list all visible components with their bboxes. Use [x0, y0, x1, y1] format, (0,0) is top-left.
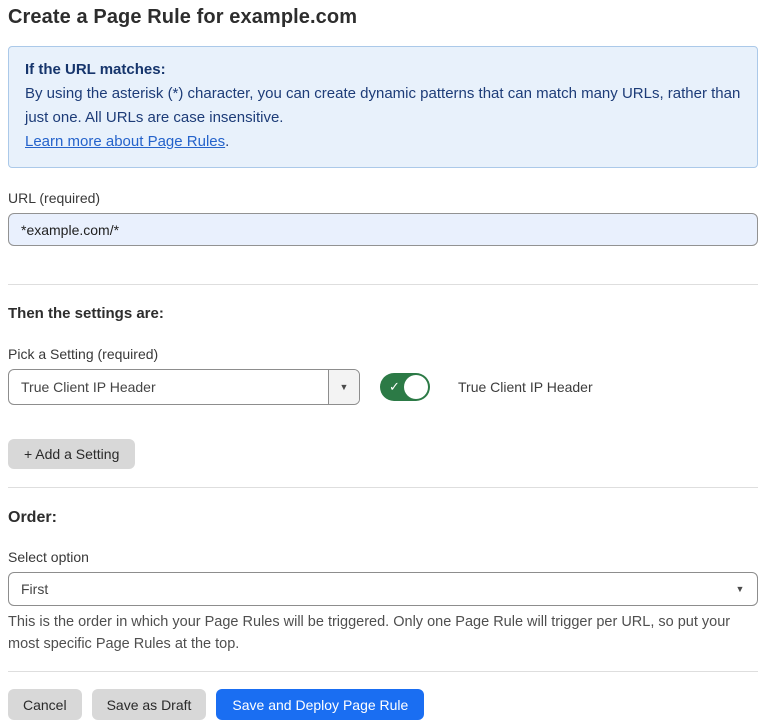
cancel-button[interactable]: Cancel [8, 689, 82, 720]
page-title: Create a Page Rule for example.com [8, 6, 758, 29]
url-match-info-box: If the URL matches: By using the asteris… [8, 46, 758, 168]
save-as-draft-button[interactable]: Save as Draft [92, 689, 207, 720]
add-setting-button[interactable]: + Add a Setting [8, 439, 135, 469]
setting-select-value: True Client IP Header [9, 379, 328, 395]
info-box-link-line: Learn more about Page Rules. [25, 130, 741, 154]
link-period: . [225, 133, 229, 150]
pick-setting-label: Pick a Setting (required) [8, 346, 758, 362]
order-select[interactable]: First ▼ [8, 572, 758, 606]
setting-row: True Client IP Header ▼ ✓ True Client IP… [8, 369, 758, 405]
order-select-caret: ▼ [723, 573, 757, 605]
toggle-knob [404, 375, 428, 399]
url-input[interactable] [8, 213, 758, 246]
info-box-heading: If the URL matches: [25, 58, 741, 82]
order-section-heading: Order: [8, 509, 758, 527]
footer-actions: Cancel Save as Draft Save and Deploy Pag… [8, 689, 758, 720]
info-box-body: By using the asterisk (*) character, you… [25, 82, 741, 130]
setting-toggle-group: ✓ True Client IP Header [380, 373, 593, 401]
order-select-value: First [9, 581, 723, 597]
save-and-deploy-button[interactable]: Save and Deploy Page Rule [216, 689, 424, 720]
divider [8, 671, 758, 672]
order-help-text: This is the order in which your Page Rul… [8, 611, 748, 655]
setting-toggle-label: True Client IP Header [458, 379, 593, 395]
check-icon: ✓ [389, 379, 400, 395]
setting-toggle[interactable]: ✓ [380, 373, 430, 401]
order-select-label: Select option [8, 549, 758, 565]
divider [8, 284, 758, 285]
learn-more-link[interactable]: Learn more about Page Rules [25, 133, 225, 150]
caret-down-icon: ▼ [736, 585, 745, 594]
url-field-label: URL (required) [8, 190, 758, 206]
caret-down-icon: ▼ [340, 383, 349, 392]
page-rule-form: Create a Page Rule for example.com If th… [0, 0, 769, 720]
divider [8, 487, 758, 488]
settings-section-heading: Then the settings are: [8, 305, 758, 322]
setting-select[interactable]: True Client IP Header ▼ [8, 369, 360, 405]
setting-select-caret-button[interactable]: ▼ [328, 370, 359, 404]
